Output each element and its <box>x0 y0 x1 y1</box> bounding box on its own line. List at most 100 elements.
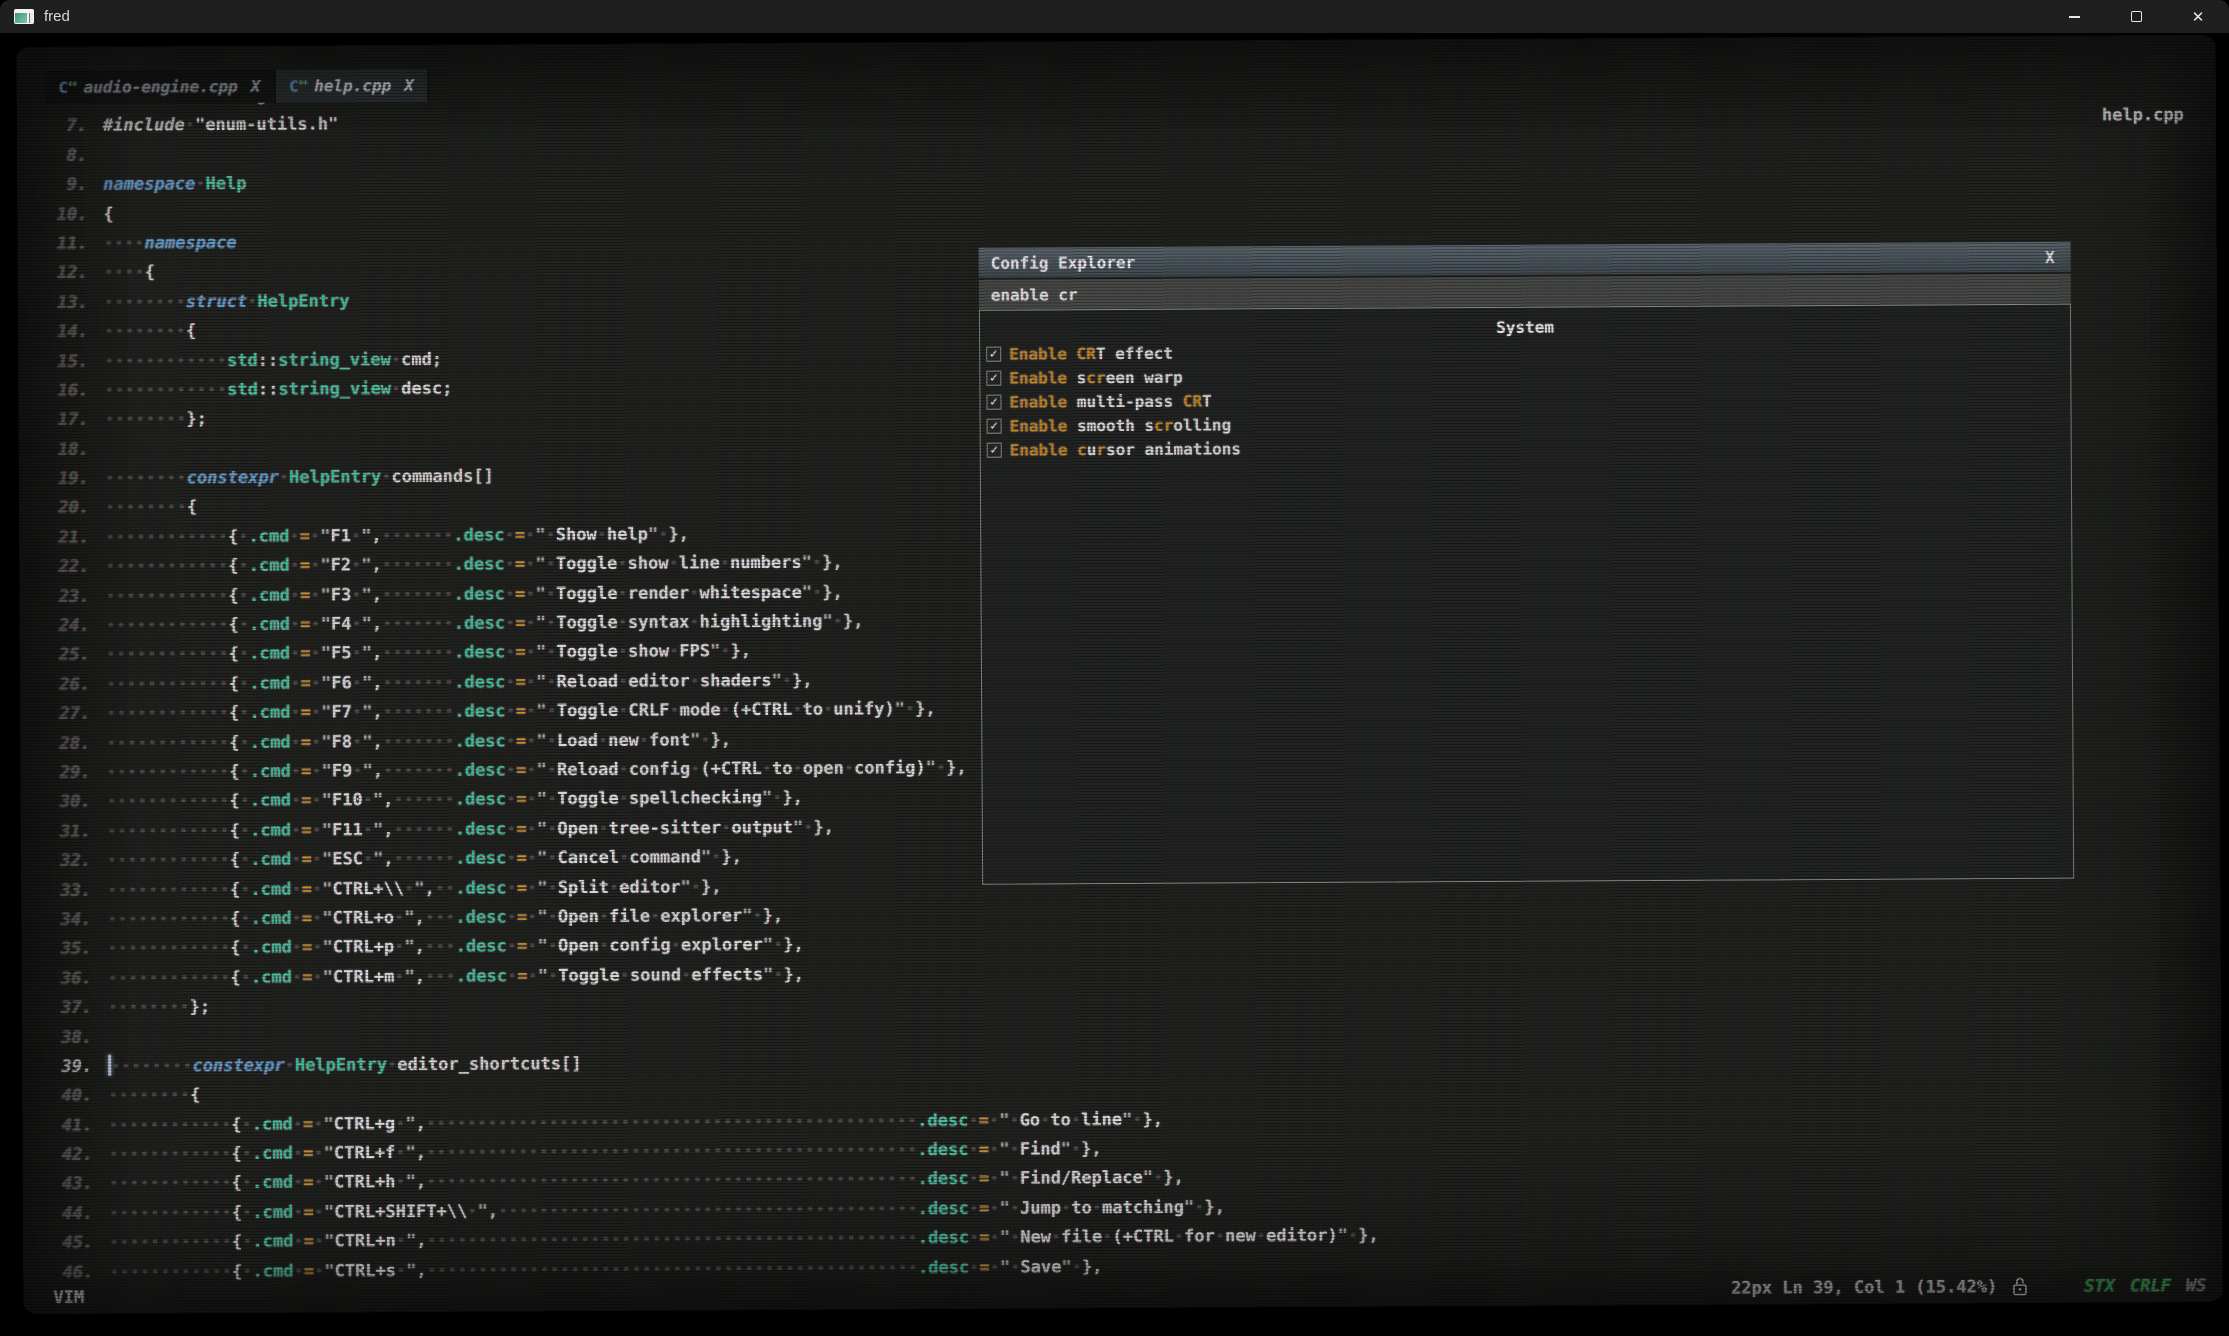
tab-label: audio-engine.cpp <box>84 77 238 97</box>
line-number: 13. <box>46 288 104 318</box>
checkbox[interactable]: ✓ <box>986 395 1001 410</box>
line-number: 22. <box>47 553 105 583</box>
line-number: 12. <box>46 259 104 289</box>
crt-bezel: C++ audio-engine.cpp X C++ help.cpp X he… <box>0 33 2229 1336</box>
status-flag: STX <box>2084 1276 2115 1296</box>
checkbox[interactable]: ✓ <box>986 347 1001 362</box>
checkbox[interactable]: ✓ <box>987 442 1002 457</box>
maximize-button[interactable] <box>2105 0 2167 33</box>
lock-icon <box>2011 1276 2028 1297</box>
popup-title: Config Explorer <box>991 252 1136 272</box>
code-text: #include·"enum-utils.h" <box>103 111 339 142</box>
line-number: 41. <box>50 1111 108 1141</box>
line-number: 15. <box>46 347 104 377</box>
line-number: 44. <box>51 1199 109 1229</box>
line-number: 17. <box>46 406 104 436</box>
line-number: 27. <box>48 700 106 730</box>
line-number: 43. <box>51 1170 109 1200</box>
popup-body: System ✓Enable CRT effect✓Enable screen … <box>979 304 2074 885</box>
code-text: ············{·.cmd·=·"ESC·",······.desc·… <box>107 843 742 876</box>
maximize-icon <box>2131 11 2142 22</box>
checkbox[interactable]: ✓ <box>987 418 1002 433</box>
config-explorer-popup: Config Explorer X enable cr System ✓Enab… <box>979 242 2075 885</box>
tab-audio-engine[interactable]: C++ audio-engine.cpp X <box>45 70 276 104</box>
config-option-label: Enable multi-pass CRT <box>1009 391 1211 411</box>
code-text: ········constexpr·HelpEntry·editor_short… <box>108 1050 582 1082</box>
config-option[interactable]: ✓ Enable cursor animations <box>981 432 2071 462</box>
code-text: ········constexpr·HelpEntry·commands[] <box>105 463 494 495</box>
tab-close-icon[interactable]: X <box>404 76 414 95</box>
status-mode: VIM <box>53 1287 84 1307</box>
code-text: ············{·.cmd·=·"CTRL+p·",···.desc·… <box>107 931 804 964</box>
line-number: 36. <box>50 964 108 994</box>
line-number: 33. <box>49 876 107 906</box>
code-text: ············{·.cmd·=·"CTRL+\\·",··.desc·… <box>107 873 722 906</box>
code-text: ············{·.cmd·=·"F1·",·······.desc·… <box>105 520 689 553</box>
code-text: ············{·.cmd·=·"F2·",·······.desc·… <box>105 549 842 583</box>
line-number: 16. <box>46 377 104 407</box>
status-flag: CRLF <box>2130 1276 2171 1296</box>
line-number: 14. <box>46 318 104 348</box>
line-number: 30. <box>49 788 107 818</box>
line-number: 35. <box>49 935 107 965</box>
line-number: 37. <box>50 994 108 1024</box>
line-number: 32. <box>49 847 107 877</box>
window-controls: ✕ <box>2043 0 2229 33</box>
code-text: ············{·.cmd·=·"F4·",·······.desc·… <box>106 607 864 641</box>
minimize-icon <box>2069 16 2080 18</box>
close-button[interactable]: ✕ <box>2167 0 2229 33</box>
code-text: ············{·.cmd·=·"F5·",·······.desc·… <box>106 637 751 670</box>
code-text: ········{ <box>105 494 197 524</box>
code-text: ············{·.cmd·=·"F11·",······.desc·… <box>107 813 834 846</box>
code-text: ············{·.cmd·=·"F3·",·······.desc·… <box>105 578 842 612</box>
line-number: 38. <box>50 1023 108 1053</box>
line-number: 39. <box>50 1053 108 1083</box>
line-number: 10. <box>45 200 103 230</box>
line-number: 23. <box>47 582 105 612</box>
line-number: 19. <box>47 465 105 495</box>
code-text: ········{ <box>108 1081 200 1111</box>
code-text: ············std::string_view·cmd; <box>104 345 442 376</box>
line-number: 21. <box>47 524 105 554</box>
code-text: ············{·.cmd·=·"F9·",·······.desc·… <box>106 754 966 788</box>
tab-bar: C++ audio-engine.cpp X C++ help.cpp X <box>45 69 429 104</box>
line-number: 45. <box>51 1229 109 1259</box>
line-number: 9. <box>45 171 103 201</box>
tab-close-icon[interactable]: X <box>251 77 261 96</box>
cpp-file-icon: C++ <box>289 77 307 96</box>
code-text: ············std::string_view·desc; <box>104 375 452 406</box>
editor-screen: C++ audio-engine.cpp X C++ help.cpp X he… <box>16 35 2222 1314</box>
tab-help[interactable]: C++ help.cpp X <box>275 69 429 103</box>
status-flag: WS <box>2186 1275 2207 1295</box>
code-text: ············{·.cmd·=·"CTRL+m·",···.desc·… <box>108 960 805 993</box>
search-text: enable cr <box>991 285 1078 304</box>
popup-titlebar[interactable]: Config Explorer X <box>979 242 2071 278</box>
window-titlebar: fred ✕ <box>0 0 2229 33</box>
config-option-label: Enable screen warp <box>1009 368 1182 388</box>
code-text: ····namespace <box>103 229 236 259</box>
code-text: ············{·.cmd·=·"CTRL+o·",···.desc·… <box>107 902 783 935</box>
status-position: 22px Ln 39, Col 1 (15.42%) <box>1731 1277 1997 1298</box>
checkbox[interactable]: ✓ <box>986 371 1001 386</box>
line-number: 11. <box>46 230 104 260</box>
code-text: ········struct·HelpEntry <box>104 287 350 318</box>
code-text: ············{·.cmd·=·"F8·",·······.desc·… <box>106 726 731 759</box>
code-text: namespace·Help <box>103 170 246 200</box>
minimize-button[interactable] <box>2043 0 2105 33</box>
line-number: 8. <box>45 141 103 171</box>
line-number: 40. <box>50 1082 108 1112</box>
close-icon: ✕ <box>2192 8 2205 26</box>
line-number: 7. <box>45 112 103 142</box>
line-number: 26. <box>48 670 106 700</box>
line-number: 28. <box>48 729 106 759</box>
line-number: 42. <box>51 1141 109 1171</box>
line-number: 25. <box>48 641 106 671</box>
options-list: ✓Enable CRT effect✓Enable screen warp✓En… <box>980 337 2071 462</box>
config-option-label: Enable cursor animations <box>1010 439 1241 459</box>
code-text: ············{·.cmd·=·"F7·",·······.desc·… <box>106 695 936 729</box>
code-text: ····{ <box>104 259 155 289</box>
filename-overlay: help.cpp <box>2102 105 2184 125</box>
popup-close-button[interactable]: X <box>2045 247 2059 266</box>
code-text: ········{ <box>104 317 196 347</box>
code-text: ············{·.cmd·=·"F10·",······.desc·… <box>107 784 803 817</box>
